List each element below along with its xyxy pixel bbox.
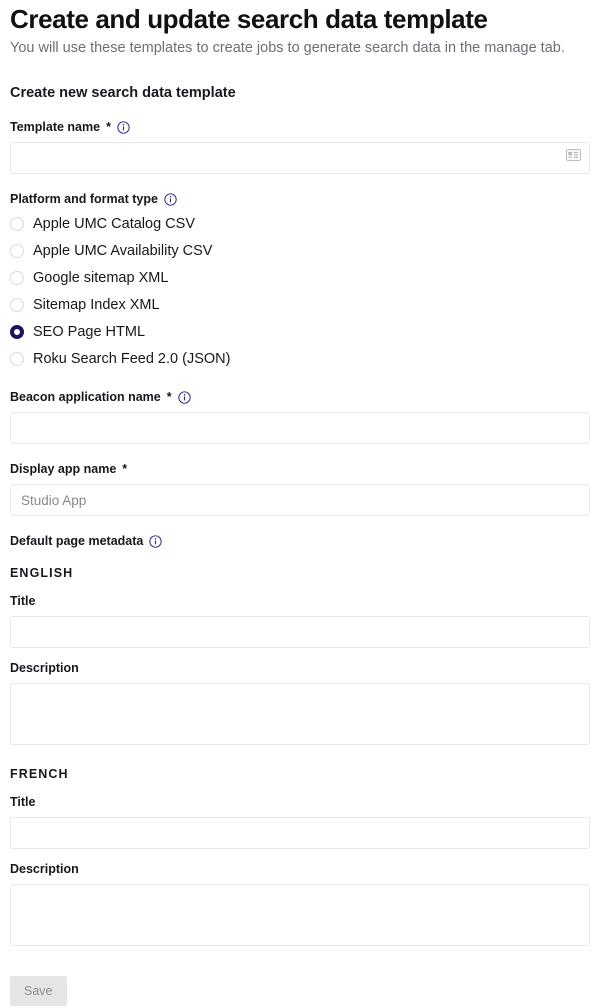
radio-option-label: Roku Search Feed 2.0 (JSON) [33, 350, 231, 367]
radio-unselected-icon[interactable] [10, 270, 24, 285]
language-heading: ENGLISH [10, 566, 74, 580]
save-button[interactable]: Save [10, 976, 67, 1006]
info-circle-icon[interactable] [117, 121, 130, 134]
info-circle-icon[interactable] [164, 193, 177, 206]
default-page-metadata-label: Default page metadata [10, 534, 590, 549]
radio-option-label: Sitemap Index XML [33, 296, 160, 313]
radio-unselected-icon[interactable] [10, 351, 24, 366]
save-row: Save [10, 951, 590, 1006]
beacon-application-name-required-marker: * [166, 390, 172, 404]
template-name-input-wrap [10, 135, 590, 174]
radio-option-1[interactable]: Apple UMC Availability CSV [10, 237, 590, 264]
language-block-french: FRENCH Title Description [10, 750, 590, 951]
display-app-name-label: Display app name * [10, 462, 590, 477]
info-circle-icon[interactable] [149, 535, 163, 548]
create-search-data-template-page: Create and update search data template Y… [0, 0, 600, 1006]
beacon-application-name-field: Beacon application name * [10, 372, 590, 444]
beacon-application-name-label: Beacon application name * [10, 390, 590, 405]
title-input[interactable] [10, 616, 590, 648]
template-name-field: Template name * [10, 102, 590, 174]
radio-option-label: Apple UMC Catalog CSV [33, 215, 195, 232]
default-page-metadata-field: Default page metadata ENGLISH Title Descri… [10, 516, 590, 951]
platform-format-type-label-text: Platform and format type [10, 192, 158, 206]
radio-unselected-icon[interactable] [10, 216, 24, 231]
beacon-application-name-input[interactable] [10, 412, 590, 444]
radio-option-3[interactable]: Sitemap Index XML [10, 291, 590, 318]
page-subtitle: You will use these templates to create j… [10, 40, 565, 56]
display-app-name-required-marker: * [122, 462, 128, 476]
radio-option-2[interactable]: Google sitemap XML [10, 264, 590, 291]
radio-option-label: Apple UMC Availability CSV [33, 242, 213, 259]
radio-option-label: Google sitemap XML [33, 269, 169, 286]
template-name-label-text: Template name [10, 120, 101, 134]
platform-format-type-label: Platform and format type [10, 192, 590, 207]
title-input[interactable] [10, 817, 590, 849]
platform-format-type-field: Platform and format type Apple UMC Catal… [10, 174, 590, 372]
beacon-application-name-label-text: Beacon application name [10, 390, 161, 404]
template-name-input[interactable] [10, 142, 590, 174]
default-page-metadata-label-text: Default page metadata [10, 534, 144, 548]
display-app-name-field: Display app name * [10, 444, 590, 516]
description-label: Description [10, 661, 79, 675]
display-app-name-input[interactable] [10, 484, 590, 516]
section-heading: Create new search data template [10, 85, 236, 101]
language-heading: FRENCH [10, 767, 69, 781]
template-name-required-marker: * [106, 120, 111, 134]
description-label: Description [10, 862, 79, 876]
radio-option-5[interactable]: Roku Search Feed 2.0 (JSON) [10, 345, 590, 372]
title-label: Title [10, 594, 36, 608]
language-metadata-list: ENGLISH Title Description FRENCH Title Descri… [10, 549, 590, 951]
display-app-name-label-text: Display app name [10, 462, 117, 476]
radio-selected-icon[interactable] [10, 324, 24, 339]
info-circle-icon[interactable] [177, 391, 191, 404]
radio-unselected-icon[interactable] [10, 297, 24, 312]
radio-option-label: SEO Page HTML [33, 323, 146, 340]
language-block-english: ENGLISH Title Description [10, 549, 590, 750]
radio-option-0[interactable]: Apple UMC Catalog CSV [10, 210, 590, 237]
radio-unselected-icon[interactable] [10, 243, 24, 258]
address-card-icon[interactable] [566, 148, 581, 161]
template-name-label: Template name * [10, 120, 590, 135]
platform-format-radio-group: Apple UMC Catalog CSV Apple UMC Availabil… [10, 207, 590, 372]
page-title: Create and update search data template [10, 4, 488, 34]
description-textarea[interactable] [10, 683, 590, 745]
description-textarea[interactable] [10, 884, 590, 946]
radio-option-4[interactable]: SEO Page HTML [10, 318, 590, 345]
title-label: Title [10, 795, 36, 809]
